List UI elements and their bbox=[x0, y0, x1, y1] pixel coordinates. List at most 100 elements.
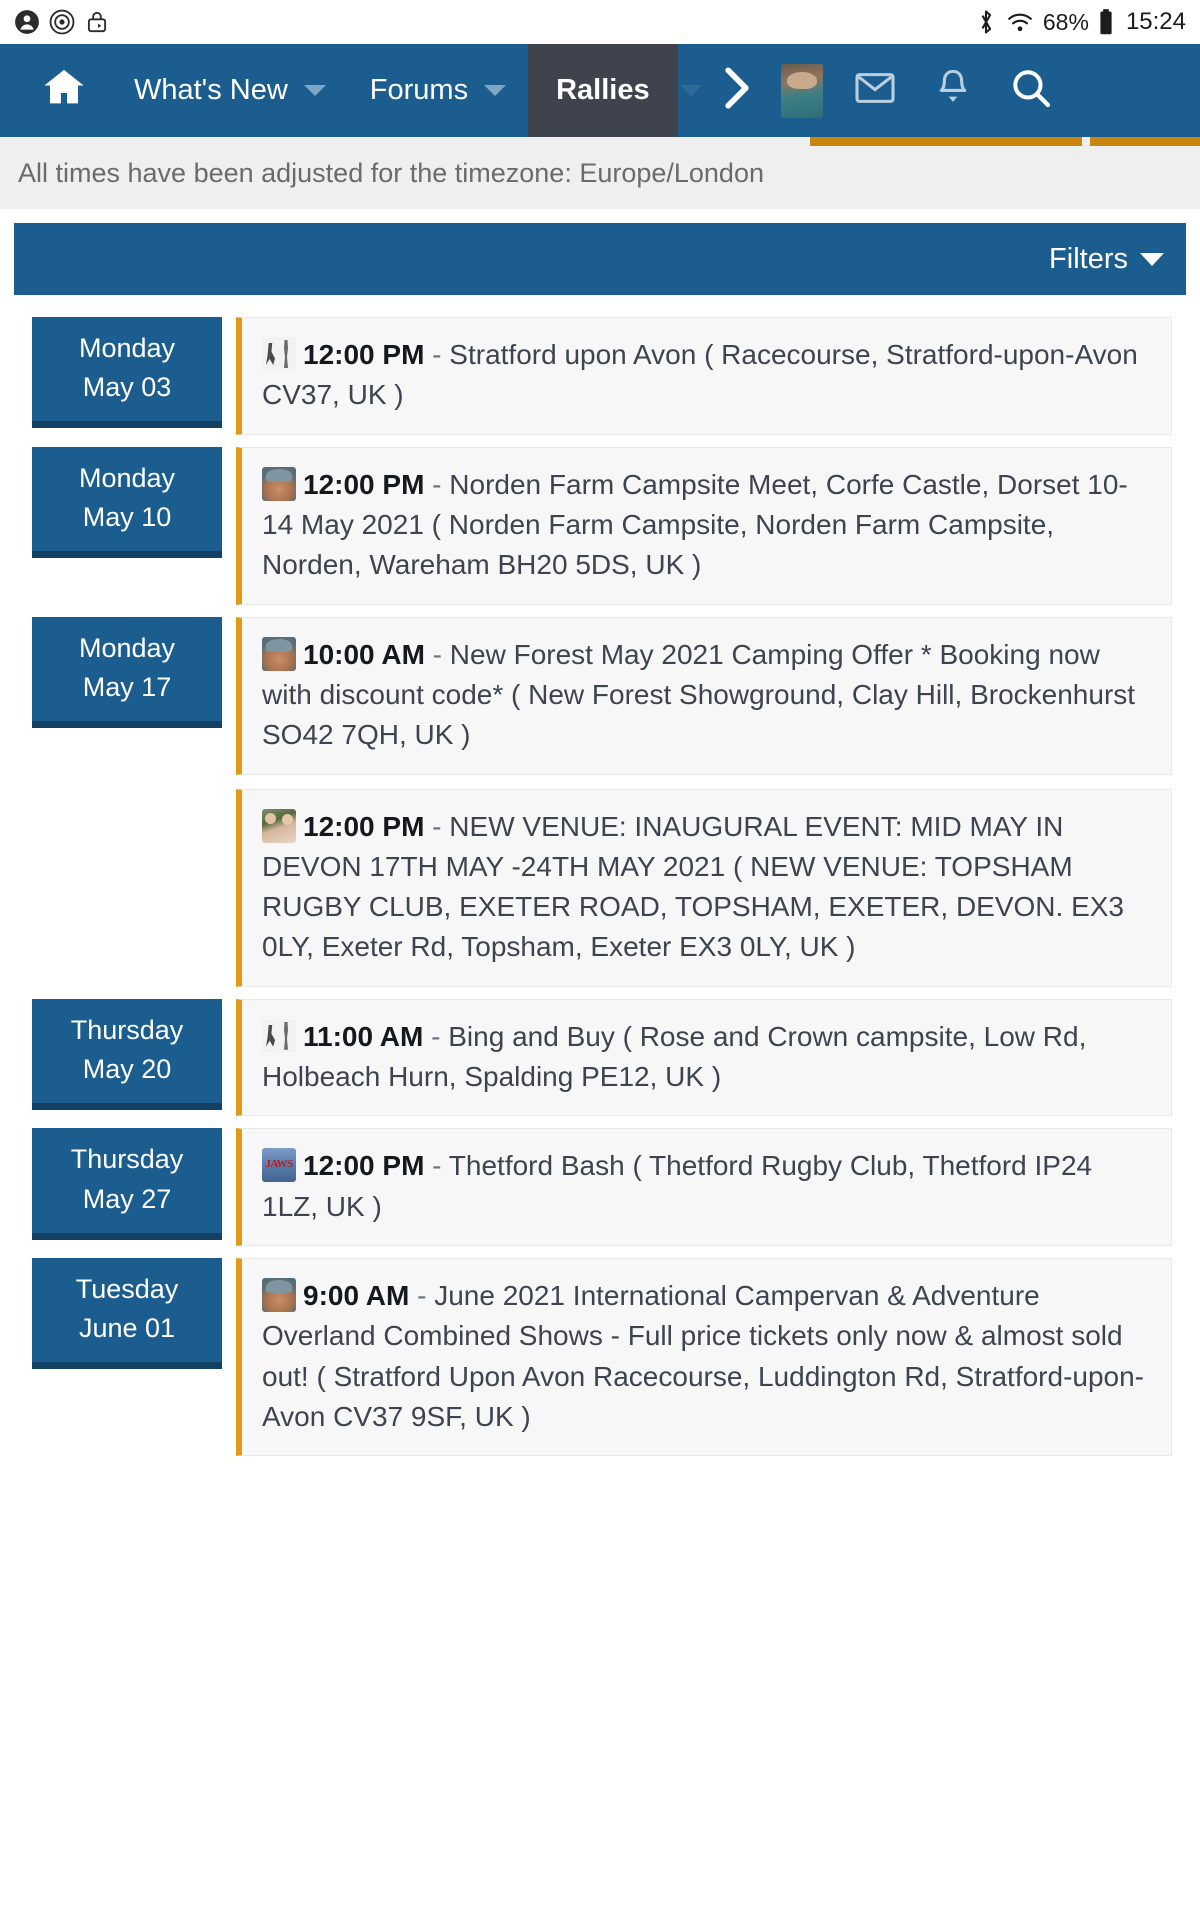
date-badge-weekday: Monday bbox=[78, 462, 176, 493]
date-badge-date: May 20 bbox=[82, 1053, 172, 1084]
nav-item-rallies[interactable]: Rallies bbox=[528, 44, 678, 137]
date-badge: Thursday May 27 bbox=[32, 1128, 222, 1240]
chevron-down-icon bbox=[484, 85, 507, 96]
record-icon bbox=[49, 9, 75, 35]
date-badge-weekday: Monday bbox=[78, 632, 176, 663]
event-separator: - bbox=[424, 638, 450, 670]
event-separator: - bbox=[424, 339, 450, 370]
event-separator: - bbox=[423, 1020, 449, 1052]
underline-gap bbox=[1082, 137, 1090, 146]
event-row[interactable]: 10:00 AM - New Forest May 2021 Camping O… bbox=[236, 616, 1172, 775]
date-badge: Monday May 17 bbox=[32, 616, 222, 728]
event-time: 9:00 AM bbox=[303, 1280, 410, 1311]
day-block: Monday May 10 12:00 PM - Norden Farm Camps… bbox=[14, 435, 1186, 605]
nav-account-button[interactable] bbox=[768, 44, 836, 137]
date-badge: Tuesday June 01 bbox=[32, 1258, 222, 1370]
nav-item-whats-new[interactable]: What's New bbox=[112, 44, 348, 137]
person-icon bbox=[14, 9, 40, 35]
event-column: 12:00 PM - Norden Farm Campsite Meet, Co… bbox=[236, 435, 1186, 605]
day-block: Monday May 03 12:00 PM - Stratford upon Av… bbox=[14, 305, 1186, 435]
underline-spacer bbox=[0, 137, 810, 146]
status-clock: 15:24 bbox=[1125, 8, 1186, 35]
event-column: 12:00 PM - Stratford upon Avon ( Racecou… bbox=[236, 305, 1186, 435]
day-column: Monday May 17 bbox=[14, 605, 236, 728]
event-separator: - bbox=[424, 1150, 449, 1182]
date-badge: Monday May 10 bbox=[32, 446, 222, 558]
event-row[interactable]: 12:00 PM - Thetford Bash ( Thetford Rugb… bbox=[236, 1128, 1172, 1246]
chevron-down-icon bbox=[679, 85, 702, 96]
day-block: Tuesday June 01 9:00 AM - June 2021 Intern… bbox=[14, 1246, 1186, 1457]
date-badge: Monday May 03 bbox=[32, 317, 222, 429]
event-column: 11:00 AM - Bing and Buy ( Rose and Crown… bbox=[236, 987, 1186, 1117]
event-time: 12:00 PM bbox=[303, 468, 425, 500]
date-badge-weekday: Monday bbox=[78, 333, 176, 363]
page-body: Filters Monday May 03 12:00 PM - Stratford… bbox=[0, 223, 1200, 1457]
battery-percent: 68% bbox=[1042, 8, 1089, 35]
day-column: Thursday May 27 bbox=[14, 1116, 236, 1240]
event-avatar bbox=[262, 636, 296, 671]
event-avatar bbox=[262, 1018, 296, 1053]
date-badge-weekday: Tuesday bbox=[75, 1274, 179, 1304]
event-avatar bbox=[262, 1148, 296, 1183]
date-badge-weekday: Thursday bbox=[70, 1144, 184, 1175]
timezone-notice-text: All times have been adjusted for the tim… bbox=[18, 157, 764, 188]
underline-bar-right bbox=[1090, 137, 1200, 146]
events-list: Monday May 03 12:00 PM - Stratford upon Av… bbox=[14, 295, 1186, 1457]
caret-down-icon bbox=[1140, 252, 1164, 266]
day-block: Thursday May 27 12:00 PM - Thetford Bash (… bbox=[14, 1116, 1186, 1246]
event-row[interactable]: 12:00 PM - Norden Farm Campsite Meet, Co… bbox=[236, 446, 1172, 605]
android-status-bar: 68% 15:24 bbox=[0, 0, 1200, 44]
date-badge-date: May 27 bbox=[82, 1183, 172, 1214]
status-right-icons: 68% 15:24 bbox=[975, 8, 1186, 36]
filters-label: Filters bbox=[1049, 242, 1128, 275]
date-badge-weekday: Thursday bbox=[70, 1014, 184, 1045]
nav-label-forums: Forums bbox=[369, 74, 469, 106]
timezone-notice: All times have been adjusted for the tim… bbox=[0, 137, 1200, 209]
event-avatar bbox=[262, 466, 296, 501]
nav-search-button[interactable] bbox=[992, 44, 1070, 137]
event-row[interactable]: 9:00 AM - June 2021 International Camper… bbox=[236, 1258, 1172, 1457]
event-row[interactable]: 12:00 PM - Stratford upon Avon ( Racecou… bbox=[236, 317, 1172, 435]
date-badge-date: June 01 bbox=[78, 1313, 176, 1344]
day-column: Tuesday June 01 bbox=[14, 1246, 236, 1370]
event-avatar bbox=[262, 337, 296, 371]
event-separator: - bbox=[424, 810, 450, 842]
nav-inbox-button[interactable] bbox=[836, 44, 914, 137]
event-column: 9:00 AM - June 2021 International Camper… bbox=[236, 1246, 1186, 1457]
event-time: 10:00 AM bbox=[303, 638, 425, 670]
event-time: 12:00 PM bbox=[303, 339, 425, 370]
date-badge-date: May 03 bbox=[82, 372, 172, 403]
day-column: Thursday May 20 bbox=[14, 987, 236, 1111]
date-badge-date: May 10 bbox=[82, 501, 172, 532]
event-row[interactable]: 12:00 PM - NEW VENUE: INAUGURAL EVENT: M… bbox=[236, 788, 1172, 987]
nav-alerts-button[interactable] bbox=[914, 44, 992, 137]
mail-icon bbox=[855, 71, 895, 110]
event-time: 12:00 PM bbox=[303, 810, 425, 842]
event-column: 12:00 PM - Thetford Bash ( Thetford Rugb… bbox=[236, 1116, 1186, 1246]
wifi-icon bbox=[1006, 9, 1034, 35]
event-column: 10:00 AM - New Forest May 2021 Camping O… bbox=[236, 605, 1186, 987]
event-avatar bbox=[262, 1278, 296, 1312]
event-separator: - bbox=[424, 468, 450, 500]
event-row[interactable]: 11:00 AM - Bing and Buy ( Rose and Crown… bbox=[236, 998, 1172, 1117]
nav-rallies-caret[interactable] bbox=[678, 44, 706, 137]
search-icon bbox=[1011, 68, 1051, 113]
event-avatar bbox=[262, 808, 296, 843]
nav-active-underline bbox=[0, 137, 1200, 146]
date-badge: Thursday May 20 bbox=[32, 998, 222, 1111]
event-separator: - bbox=[409, 1280, 435, 1311]
date-badge-date: May 17 bbox=[82, 671, 172, 702]
nav-home-button[interactable] bbox=[0, 44, 112, 137]
filters-button[interactable]: Filters bbox=[1049, 243, 1164, 276]
chevron-right-icon bbox=[720, 65, 754, 116]
nav-item-forums[interactable]: Forums bbox=[348, 44, 528, 137]
nav-label-rallies: Rallies bbox=[556, 74, 650, 106]
nav-overflow-button[interactable] bbox=[706, 44, 768, 137]
day-column: Monday May 10 bbox=[14, 435, 236, 558]
event-time: 11:00 AM bbox=[303, 1020, 424, 1052]
event-time: 12:00 PM bbox=[303, 1150, 425, 1182]
top-navigation-bar: What's New Forums Rallies bbox=[0, 44, 1200, 146]
day-block: Monday May 17 10:00 AM - New Forest May 20… bbox=[14, 605, 1186, 987]
bluetooth-icon bbox=[975, 8, 997, 36]
filters-bar[interactable]: Filters bbox=[14, 223, 1186, 295]
